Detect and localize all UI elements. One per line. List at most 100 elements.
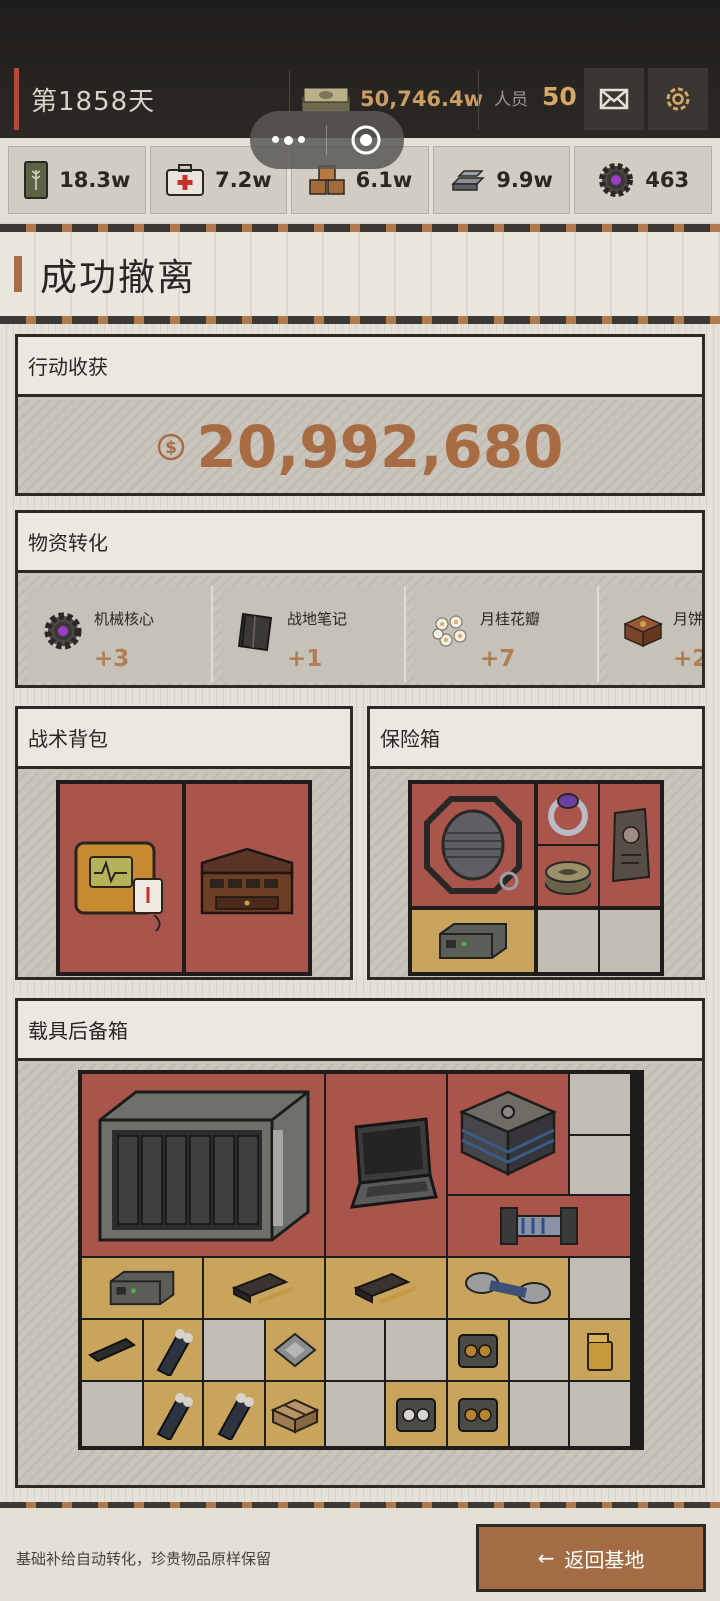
resource-value: 9.9w	[496, 168, 553, 192]
page-header: 成功撤离	[0, 232, 720, 316]
trunk-slot-empty[interactable]	[570, 1382, 630, 1446]
electronic-module-icon	[439, 923, 507, 959]
flower-icon	[432, 615, 467, 647]
shotgun-shells-icon	[217, 1393, 254, 1440]
ring-icon	[548, 793, 588, 836]
resource-value: 18.3w	[59, 168, 131, 192]
item-count: +2	[673, 646, 702, 672]
safe-slot[interactable]	[412, 784, 534, 906]
divider-stripe	[0, 316, 720, 324]
trunk-slot[interactable]	[448, 1196, 630, 1256]
medkit-icon	[166, 164, 205, 196]
page-title: 成功撤离	[40, 256, 196, 299]
divider	[478, 70, 479, 130]
conversion-item: 月饼 +2	[607, 586, 702, 682]
trunk-body	[18, 1064, 702, 1485]
trunk-slot[interactable]	[144, 1320, 202, 1380]
trunk-slot[interactable]	[266, 1382, 324, 1446]
shotgun-shells-icon	[156, 1393, 193, 1440]
jewelry-chest-icon	[200, 847, 294, 915]
safe-slot[interactable]	[412, 910, 534, 972]
gear-core-icon	[44, 612, 82, 650]
panel-title: 物资转化	[18, 513, 702, 573]
trunk-slot[interactable]	[204, 1382, 264, 1446]
backpack-slot[interactable]	[60, 784, 182, 972]
safe-slot-empty[interactable]	[600, 910, 660, 972]
trunk-slot[interactable]	[144, 1382, 202, 1446]
trunk-slot[interactable]	[82, 1258, 202, 1318]
trunk-slot[interactable]	[448, 1074, 568, 1194]
pen-case-icon	[231, 1272, 295, 1304]
backpack-slot[interactable]	[186, 784, 308, 972]
trunk-slot[interactable]	[570, 1320, 630, 1380]
safe-grid	[408, 780, 664, 976]
money-value: 50,746.4w	[360, 87, 484, 111]
defibrillator-icon	[74, 841, 163, 932]
trunk-slot-empty[interactable]	[326, 1382, 384, 1446]
electronic-module-icon	[109, 1270, 175, 1306]
trunk-slot[interactable]	[386, 1382, 446, 1446]
engraved-plate-icon	[611, 807, 651, 883]
resource-value: 6.1w	[355, 168, 413, 192]
mooncake-box-icon	[623, 615, 663, 648]
resource-value: 463	[645, 168, 690, 192]
safe-slot[interactable]	[600, 784, 660, 906]
item-count: +1	[287, 646, 323, 672]
parcel-icon	[270, 1398, 320, 1434]
footer-hint: 基础补给自动转化，珍贵物品原样保留	[16, 1550, 272, 1568]
panel-title: 战术背包	[18, 709, 350, 769]
wheat-can-icon	[24, 161, 49, 199]
ammo-box-icon	[458, 1398, 498, 1432]
item-name: 月饼	[673, 610, 702, 628]
trunk-slot[interactable]	[326, 1258, 446, 1318]
svg-text:$: $	[165, 438, 177, 458]
conversion-list[interactable]: 机械核心 +3 战地笔记 +1 月桂花瓣 +7 月饼 +2	[18, 576, 702, 685]
trunk-slot[interactable]	[326, 1074, 446, 1256]
mail-button[interactable]	[584, 68, 644, 130]
safe-slot-empty[interactable]	[538, 910, 598, 972]
trunk-grid	[78, 1070, 644, 1450]
safe-slot[interactable]	[538, 846, 598, 906]
trunk-slot[interactable]	[82, 1074, 324, 1256]
safe-body	[370, 772, 702, 977]
trunk-slot[interactable]	[448, 1320, 508, 1380]
steel-ingot-icon	[451, 170, 486, 191]
binoculars-icon	[465, 1272, 551, 1304]
trunk-slot[interactable]	[82, 1320, 142, 1380]
trunk-slot[interactable]	[448, 1258, 568, 1318]
divider-stripe	[0, 224, 720, 232]
trunk-slot-empty[interactable]	[570, 1136, 630, 1194]
close-miniprogram-button[interactable]	[327, 124, 404, 156]
trunk-slot[interactable]	[266, 1320, 324, 1380]
ammo-box-icon	[396, 1398, 436, 1432]
armored-crate-icon	[458, 1090, 558, 1176]
item-name: 机械核心	[94, 610, 155, 628]
trunk-slot-empty[interactable]	[82, 1382, 142, 1446]
backpack-body	[18, 772, 350, 977]
trunk-slot-empty[interactable]	[326, 1320, 384, 1380]
trunk-slot-empty[interactable]	[386, 1320, 446, 1380]
trunk-slot-empty[interactable]	[204, 1320, 264, 1380]
settings-button[interactable]	[648, 68, 708, 130]
gear-icon	[666, 87, 690, 111]
staff-display: 人员 50	[494, 82, 577, 111]
trunk-slot-empty[interactable]	[570, 1074, 630, 1134]
back-to-base-button[interactable]: ← 返回基地	[476, 1524, 706, 1592]
earnings-amount: 20,992,680	[196, 412, 564, 481]
conversion-item: 战地笔记 +1	[221, 586, 406, 682]
trunk-slot[interactable]	[204, 1258, 324, 1318]
trunk-slot-empty[interactable]	[510, 1382, 568, 1446]
conversion-item: 机械核心 +3	[28, 586, 213, 682]
lighter-icon	[587, 1333, 613, 1371]
trunk-slot-empty[interactable]	[510, 1320, 568, 1380]
safe-slot[interactable]	[538, 784, 598, 844]
gear-core-icon	[599, 163, 634, 197]
day-counter: 第1858天	[14, 68, 284, 130]
trunk-slot[interactable]	[448, 1382, 508, 1446]
trunk-panel: 载具后备箱	[15, 998, 705, 1488]
trunk-slot-empty[interactable]	[570, 1258, 630, 1318]
day-label: 第1858天	[31, 86, 156, 117]
more-options-button[interactable]	[250, 135, 326, 145]
back-button-label: 返回基地	[564, 1547, 645, 1572]
backpack-grid	[56, 780, 312, 976]
